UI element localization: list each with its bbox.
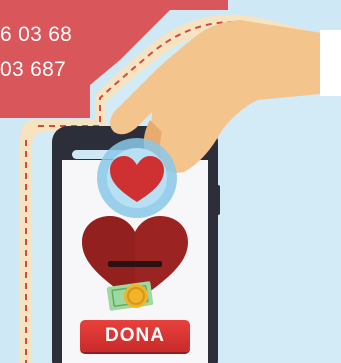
- coin-icon: [124, 284, 148, 308]
- phone-number-line-1: 6 03 68: [0, 23, 73, 46]
- scene-artwork: [0, 0, 341, 363]
- phone-number-line-2: 03 687: [0, 58, 67, 81]
- heart-bubble-icon: [97, 138, 177, 218]
- phone-side-button: [214, 185, 220, 215]
- donation-illustration: 6 03 68 03 687 DONA: [0, 0, 341, 363]
- dona-button[interactable]: DONA: [80, 320, 190, 352]
